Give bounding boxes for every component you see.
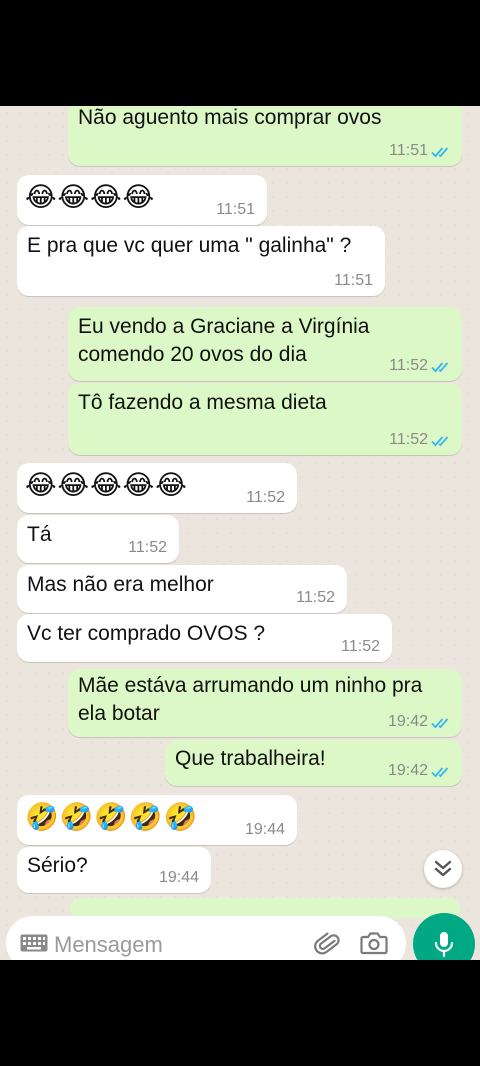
message-time: 11:52	[296, 589, 335, 606]
message-time: 19:42	[387, 762, 428, 779]
message-time: 19:42	[387, 713, 428, 730]
keyboard-icon[interactable]	[20, 934, 48, 952]
message-text: E pra que vc quer uma " galinha" ?	[27, 234, 352, 257]
message-bubble-incoming[interactable]: Sério? 19:44	[17, 847, 211, 893]
message-text: Que trabalheira!	[175, 747, 326, 770]
paperclip-icon[interactable]	[314, 930, 342, 958]
message-bubble-outgoing[interactable]: Que trabalheira! 19:42	[165, 740, 462, 786]
message-text: Sério?	[27, 854, 88, 877]
message-bubble-outgoing[interactable]: Tô fazendo a mesma dieta 11:52	[68, 383, 462, 455]
read-ticks-icon	[431, 362, 449, 373]
chat-area[interactable]: Não aguento mais comprar ovos 11:51 😂😂😂😂…	[0, 106, 480, 960]
double-chevron-down-icon	[434, 860, 452, 877]
message-text: Mãe estáva arrumando um ninho pra ela bo…	[78, 674, 423, 725]
read-ticks-icon	[431, 718, 449, 729]
message-bubble-incoming[interactable]: 😂😂😂😂 11:51	[17, 175, 267, 225]
message-emoji: 😂😂😂😂	[25, 182, 156, 213]
message-time: 11:51	[389, 142, 428, 159]
message-time: 11:51	[334, 272, 373, 289]
message-bubble-incoming[interactable]: Vc ter comprado OVOS ? 11:52	[17, 614, 392, 662]
message-bubble-incoming[interactable]: E pra que vc quer uma " galinha" ? 11:51	[17, 226, 385, 296]
read-ticks-icon	[431, 436, 449, 447]
message-time: 11:52	[389, 431, 428, 448]
message-time: 11:51	[216, 201, 255, 218]
read-ticks-icon	[431, 767, 449, 778]
message-emoji: 🤣🤣🤣🤣🤣	[25, 802, 199, 833]
message-bubble-incoming[interactable]: Tá 11:52	[17, 515, 179, 563]
message-text: Vc ter comprado OVOS ?	[27, 622, 266, 645]
message-bubble-partial	[70, 898, 460, 918]
message-time: 19:44	[158, 869, 199, 886]
message-bubble-outgoing[interactable]: Eu vendo a Graciane a Virgínia comendo 2…	[68, 307, 462, 381]
message-text: Eu vendo a Graciane a Virgínia comendo 2…	[78, 315, 370, 366]
message-emoji: 😂😂😂😂😂	[25, 470, 188, 501]
message-input[interactable]: Mensagem	[54, 932, 163, 958]
camera-icon[interactable]	[360, 930, 388, 956]
message-text: Tô fazendo a mesma dieta	[78, 391, 327, 414]
message-bubble-outgoing[interactable]: Não aguento mais comprar ovos 11:51	[68, 106, 462, 166]
screen-bottom-bar	[0, 960, 480, 1066]
scroll-to-bottom-button[interactable]	[424, 850, 462, 888]
message-time: 11:52	[246, 489, 285, 506]
message-text: Tá	[27, 523, 52, 546]
message-text: Não aguento mais comprar ovos	[78, 106, 382, 129]
microphone-icon	[434, 932, 454, 958]
message-bubble-incoming[interactable]: 🤣🤣🤣🤣🤣 19:44	[17, 795, 297, 845]
read-ticks-icon	[431, 147, 449, 158]
message-bubble-outgoing[interactable]: Mãe estáva arrumando um ninho pra ela bo…	[68, 669, 462, 737]
message-time: 11:52	[389, 357, 428, 374]
message-time: 11:52	[341, 638, 380, 655]
message-bubble-incoming[interactable]: 😂😂😂😂😂 11:52	[17, 463, 297, 513]
message-time: 11:52	[128, 539, 167, 556]
message-bubble-incoming[interactable]: Mas não era melhor 11:52	[17, 565, 347, 613]
message-text: Mas não era melhor	[27, 573, 214, 596]
message-time: 19:44	[244, 821, 285, 838]
